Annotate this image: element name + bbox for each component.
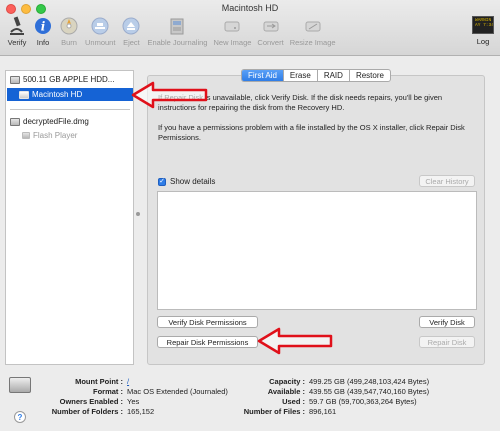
title-bar: Macintosh HD Verify i Info Burn Unmount … [0,0,500,56]
clear-history-button[interactable]: Clear History [419,175,475,187]
enable-journaling-toolbar-button[interactable]: Enable Journaling [144,16,210,52]
show-details-label: Show details [170,177,216,186]
tab-first-aid[interactable]: First Aid [242,70,284,81]
log-icon: WARNIN AY 7:34 [472,16,494,34]
eject-toolbar-button[interactable]: Eject [118,16,144,52]
permissions-instructions: If you have a permissions problem with a… [158,123,465,142]
details-log-area[interactable] [157,191,477,310]
split-view-handle[interactable] [136,212,140,216]
journal-icon [167,16,187,36]
enable-journaling-label: Enable Journaling [147,38,208,47]
log-toolbar-button[interactable]: WARNIN AY 7:34 Log [472,16,494,46]
sidebar-item-macintosh-hd[interactable]: Macintosh HD [7,88,133,101]
eject-label: Eject [123,38,140,47]
info-icon: i [33,16,53,36]
show-details-checkbox[interactable]: ✓ Show details [158,177,215,186]
toolbar: Verify i Info Burn Unmount Eject Enable … [4,16,339,52]
verify-disk-permissions-button[interactable]: Verify Disk Permissions [157,316,258,328]
convert-label: Convert [257,38,284,47]
owners-label: Owners Enabled : [59,397,123,406]
volume-label: Macintosh HD [32,90,83,99]
new-image-toolbar-button[interactable]: New Image [210,16,254,52]
unmount-label: Unmount [85,38,116,47]
disk-sidebar: 500.11 GB APPLE HDD... Macintosh HD decr… [5,70,134,365]
volume-info-bar: ? Mount Point : / Format : Mac OS Extend… [0,370,500,431]
eject-icon [121,16,141,36]
tab-erase[interactable]: Erase [284,70,318,81]
used-label: Used : [282,397,305,406]
disk-image-icon [10,117,20,126]
sidebar-item-dmg[interactable]: decryptedFile.dmg [10,117,89,126]
new-image-label: New Image [213,38,252,47]
disk-utility-window: Macintosh HD Verify i Info Burn Unmount … [0,0,500,431]
convert-toolbar-button[interactable]: Convert [254,16,286,52]
new-image-icon [222,16,242,36]
repair-disk-permissions-button[interactable]: Repair Disk Permissions [157,336,258,348]
format-label: Format : [93,387,123,396]
resize-image-toolbar-button[interactable]: Resize Image [287,16,339,52]
sidebar-item-flash-player[interactable]: Flash Player [22,131,77,140]
disk-label: 500.11 GB APPLE HDD... [23,75,115,84]
checkmark-icon: ✓ [158,177,166,186]
volume-icon [22,132,30,139]
available-value: 439.55 GB (439,547,740,160 Bytes) [309,387,430,396]
burn-toolbar-button[interactable]: Burn [56,16,82,52]
log-label: Log [476,37,490,46]
resize-image-label: Resize Image [289,38,336,47]
verify-disk-button[interactable]: Verify Disk [419,316,475,328]
verify-label: Verify [7,38,27,47]
dmg-label: decryptedFile.dmg [23,117,89,126]
microscope-icon [7,16,27,36]
repair-disk-button[interactable]: Repair Disk [419,336,475,348]
unmount-icon [90,16,110,36]
available-label: Available : [267,387,305,396]
folders-label: Number of Folders : [51,407,123,416]
folders-value: 165,152 [127,407,155,416]
tab-restore[interactable]: Restore [350,70,390,81]
info-label: Info [36,38,50,47]
convert-icon [261,16,281,36]
sidebar-item-disk[interactable]: 500.11 GB APPLE HDD... [10,75,114,84]
mount-point-label: Mount Point : [75,377,123,386]
svg-text:i: i [41,20,46,34]
burn-label: Burn [61,38,77,47]
tab-raid[interactable]: RAID [318,70,350,81]
hard-disk-icon [10,75,20,84]
info-toolbar-button[interactable]: i Info [30,16,56,52]
resize-image-icon [303,16,323,36]
used-value: 59.7 GB (59,700,363,264 Bytes) [309,397,417,406]
annotation-arrow-repair-permissions [257,327,333,355]
mount-point-link[interactable]: / [127,377,129,387]
unmount-toolbar-button[interactable]: Unmount [82,16,118,52]
capacity-value: 499.25 GB (499,248,103,424 Bytes) [309,377,430,386]
burn-disc-icon [59,16,79,36]
volume-icon [19,90,29,99]
tab-bar: First Aid Erase RAID Restore [241,69,391,82]
capacity-label: Capacity : [269,377,305,386]
verify-toolbar-button[interactable]: Verify [4,16,30,52]
files-value: 896,161 [309,407,337,416]
log-screen-text: WARNIN AY 7:34 [475,18,494,28]
flash-player-label: Flash Player [33,131,78,140]
first-aid-panel: If Repair Disk is unavailable, click Ver… [147,75,485,365]
sidebar-divider [10,109,130,110]
files-label: Number of Files : [243,407,305,416]
window-title: Macintosh HD [221,3,279,13]
owners-value: Yes [127,397,140,406]
annotation-arrow-volume [131,81,208,109]
